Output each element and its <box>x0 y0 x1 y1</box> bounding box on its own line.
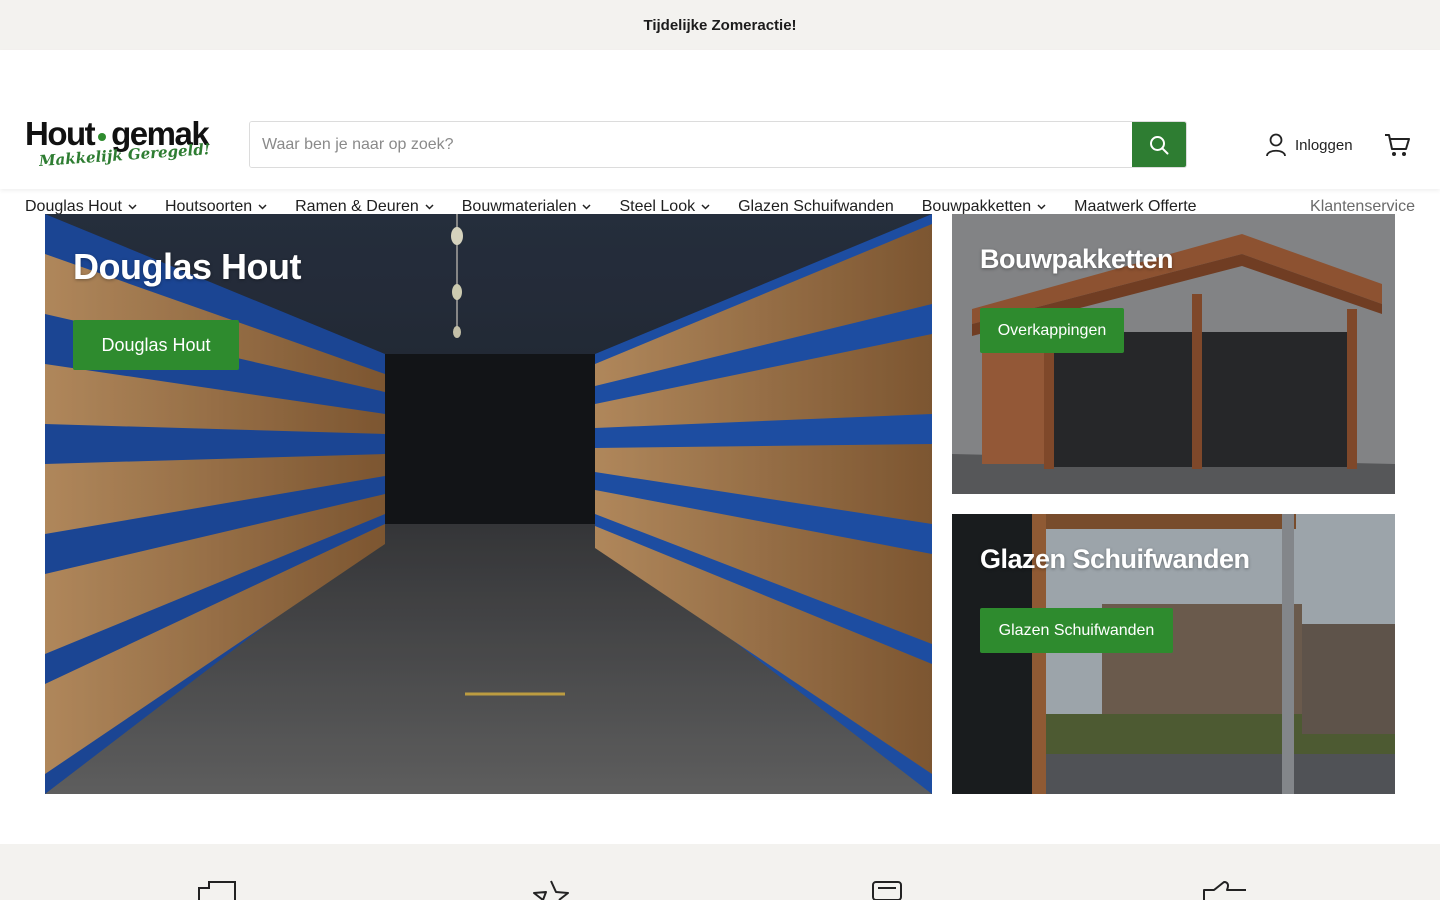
cart-button[interactable] <box>1383 132 1411 163</box>
chevron-down-icon <box>701 204 710 210</box>
search-icon <box>1150 135 1169 154</box>
login-link[interactable]: Inloggen <box>1265 133 1353 157</box>
promo-main-button[interactable]: Douglas Hout <box>73 320 239 370</box>
promo-bottom-title: Glazen Schuifwanden <box>980 544 1250 574</box>
announcement-bar: Tijdelijke Zomeractie! <box>0 0 1440 50</box>
cart-icon <box>1385 134 1410 156</box>
logo-word-left: Hout <box>25 115 96 152</box>
chevron-down-icon <box>128 204 137 210</box>
warehouse-image <box>45 214 932 794</box>
promo-top-button[interactable]: Overkappingen <box>980 308 1124 353</box>
promo-bouwpakketten[interactable]: Bouwpakketten Overkappingen <box>952 214 1395 494</box>
star-icon <box>533 880 569 900</box>
site-header: Hout gemak Makkelijk Geregeld! Inloggen <box>0 50 1440 215</box>
thumbs-up-icon <box>1203 881 1246 900</box>
promo-glazen-schuifwanden[interactable]: Glazen Schuifwanden Glazen Schuifwanden <box>952 514 1395 794</box>
promo-top-title: Bouwpakketten <box>980 244 1174 274</box>
search-bar <box>249 121 1187 168</box>
login-label: Inloggen <box>1295 136 1353 154</box>
payment-icon <box>872 881 902 900</box>
delivery-icon <box>198 881 236 900</box>
logo-dot <box>98 132 107 141</box>
chevron-down-icon <box>258 204 267 210</box>
promo-douglas-hout[interactable]: Douglas Hout Douglas Hout <box>45 214 932 794</box>
chevron-down-icon <box>425 204 434 210</box>
search-button[interactable] <box>1132 122 1186 167</box>
announcement-text: Tijdelijke Zomeractie! <box>643 16 797 34</box>
logo[interactable]: Hout gemak Makkelijk Geregeld! <box>25 117 227 173</box>
chevron-down-icon <box>582 204 592 210</box>
chevron-down-icon <box>1037 204 1046 210</box>
user-icon <box>1266 133 1286 157</box>
promo-bottom-button[interactable]: Glazen Schuifwanden <box>980 608 1173 653</box>
search-input[interactable] <box>250 122 1132 167</box>
promo-main-title: Douglas Hout <box>73 246 301 287</box>
